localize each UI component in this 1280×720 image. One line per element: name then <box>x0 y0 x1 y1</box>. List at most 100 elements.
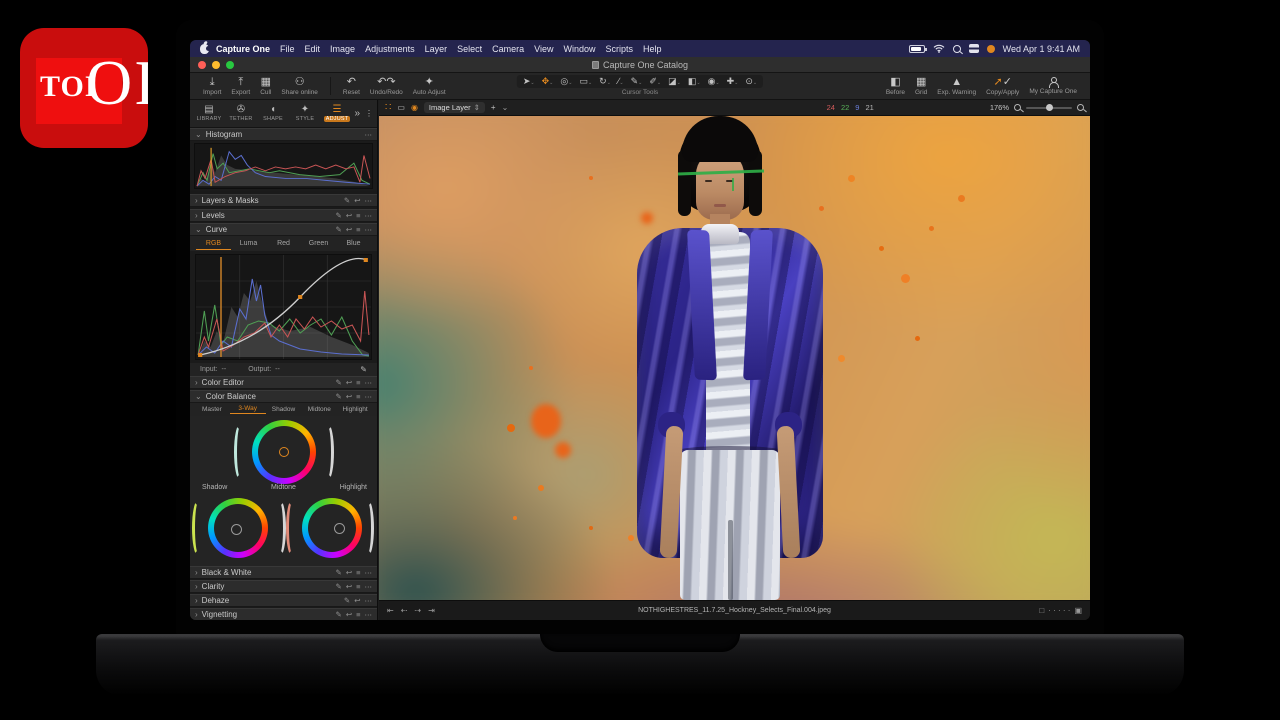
layer-menu-caret-icon[interactable]: ⌄ <box>502 103 509 112</box>
menu-adjustments[interactable]: Adjustments <box>365 44 415 54</box>
control-center-icon[interactable] <box>969 44 979 53</box>
menu-file[interactable]: File <box>280 44 295 54</box>
cb-tab-midtone[interactable]: Midtone <box>301 406 337 413</box>
select-tool[interactable]: ➤⌄ <box>521 76 537 87</box>
collapse-icon[interactable]: ⌄ <box>195 130 202 139</box>
zoom-slider[interactable] <box>1026 107 1072 109</box>
focus-mask-icon[interactable]: ◉ <box>411 103 418 112</box>
tab-shape[interactable]: ◖ SHAPE <box>258 105 288 122</box>
tab-tether[interactable]: ✇ TETHER <box>226 105 256 122</box>
curve-tab-green[interactable]: Green <box>301 238 336 249</box>
menu-window[interactable]: Window <box>564 44 596 54</box>
expand-icon[interactable]: › <box>195 378 198 387</box>
black-white-panel-header[interactable]: › Black & White ✎ ↩ ≡ ⋯ <box>190 566 377 579</box>
first-image-icon[interactable]: ⇤ <box>387 606 394 615</box>
more-icon[interactable]: ⋯ <box>365 392 373 401</box>
more-icon[interactable]: ⋯ <box>365 568 373 577</box>
layer-selector[interactable]: Image Layer ⇕ <box>424 102 485 113</box>
erase-mask-tool[interactable]: ◪⌄ <box>666 76 683 87</box>
histogram-panel-header[interactable]: ⌄ Histogram ⋯ <box>190 128 377 141</box>
more-icon[interactable]: ⋯ <box>365 196 373 205</box>
straighten-tool[interactable]: ∕⌄ <box>616 76 626 87</box>
reset-panel-icon[interactable]: ↩ <box>346 568 352 577</box>
heal-tool[interactable]: ✚⌄ <box>725 76 741 87</box>
more-icon[interactable]: ⋯ <box>365 211 373 220</box>
menu-view[interactable]: View <box>534 44 553 54</box>
layers-masks-panel-header[interactable]: › Layers & Masks ✎ ↩ ⋯ <box>190 194 377 207</box>
reset-panel-icon[interactable]: ↩ <box>346 582 352 591</box>
cb-tab-highlight[interactable]: Highlight <box>337 406 373 413</box>
viewer-mode-icon[interactable]: □ <box>1039 606 1044 615</box>
edit-icon[interactable]: ✎ <box>336 378 342 387</box>
expand-icon[interactable]: › <box>195 211 198 220</box>
my-capture-one-button[interactable]: My Capture One <box>1029 77 1077 95</box>
magic-brush-tool[interactable]: ✐⌄ <box>647 76 663 87</box>
edit-icon[interactable]: ✎ <box>336 582 342 591</box>
menu-image[interactable]: Image <box>330 44 355 54</box>
tab-library[interactable]: ▤ LIBRARY <box>194 105 224 122</box>
color-editor-panel-header[interactable]: › Color Editor ✎ ↩ ≡ ⋯ <box>190 376 377 389</box>
more-icon[interactable]: ⋯ <box>365 225 373 234</box>
menu-help[interactable]: Help <box>643 44 662 54</box>
shadow-saturation-slider[interactable] <box>192 500 204 556</box>
menu-layer[interactable]: Layer <box>425 44 448 54</box>
edit-icon[interactable]: ✎ <box>336 211 342 220</box>
undo-redo-button[interactable]: ↶↷ Undo/Redo <box>370 77 403 96</box>
more-icon[interactable]: ⋯ <box>365 582 373 591</box>
midtone-color-wheel[interactable] <box>252 420 316 484</box>
edit-icon[interactable]: ✎ <box>336 610 342 619</box>
reset-panel-icon[interactable]: ↩ <box>346 392 352 401</box>
presets-icon[interactable]: ≡ <box>356 225 360 234</box>
menu-edit[interactable]: Edit <box>305 44 321 54</box>
curve-picker-icon[interactable]: ✎ <box>360 365 367 374</box>
add-layer-button[interactable]: + <box>491 103 496 112</box>
highlight-lightness-slider[interactable] <box>362 500 374 556</box>
apple-icon[interactable] <box>200 44 209 54</box>
zoom-in-icon[interactable] <box>1077 104 1084 111</box>
menu-select[interactable]: Select <box>457 44 482 54</box>
expand-icon[interactable]: › <box>195 196 198 205</box>
reset-panel-icon[interactable]: ↩ <box>346 225 352 234</box>
menu-camera[interactable]: Camera <box>492 44 524 54</box>
next-image-icon[interactable]: ⇢ <box>414 606 421 615</box>
more-tools-chevron-icon[interactable]: » <box>354 108 360 119</box>
tab-adjust[interactable]: ☰ ADJUST <box>322 105 352 122</box>
presets-icon[interactable]: ≡ <box>356 568 360 577</box>
cb-tab-master[interactable]: Master <box>194 406 230 413</box>
highlight-saturation-slider[interactable] <box>286 500 298 556</box>
thumbnail-grid-icon[interactable]: ∷ <box>385 102 391 113</box>
exposure-warning-button[interactable]: ▲ Exp. Warning <box>937 77 976 96</box>
sidebar-overflow-icon[interactable]: ⋮ <box>365 109 373 118</box>
curve-tab-luma[interactable]: Luma <box>231 238 266 249</box>
reset-button[interactable]: ↶ Reset <box>343 77 360 96</box>
more-icon[interactable]: ⋯ <box>365 610 373 619</box>
import-button[interactable]: ⤓ Import <box>203 77 221 96</box>
export-button[interactable]: ⤒ Export <box>231 77 250 96</box>
zoom-out-icon[interactable] <box>1014 104 1021 111</box>
more-icon[interactable]: ⋯ <box>365 596 373 605</box>
pan-tool[interactable]: ✥⌄ <box>540 76 556 87</box>
last-image-icon[interactable]: ⇥ <box>428 606 435 615</box>
menu-app-name[interactable]: Capture One <box>216 44 270 54</box>
capture-one-menubar-icon[interactable] <box>987 45 995 53</box>
draw-mask-tool[interactable]: ✎⌄ <box>629 76 645 87</box>
vignetting-panel-header[interactable]: › Vignetting ✎ ↩ ≡ ⋯ <box>190 608 377 620</box>
cb-tab-shadow[interactable]: Shadow <box>266 406 302 413</box>
edit-icon[interactable]: ✎ <box>336 392 342 401</box>
battery-icon[interactable] <box>909 45 925 53</box>
presets-icon[interactable]: ≡ <box>356 392 360 401</box>
spotlight-search-icon[interactable] <box>953 45 961 53</box>
presets-icon[interactable]: ≡ <box>356 378 360 387</box>
crop-tool[interactable]: ▭⌄ <box>577 76 594 87</box>
radial-mask-tool[interactable]: ◉⌄ <box>706 76 722 87</box>
before-after-button[interactable]: ◧ Before <box>886 77 905 96</box>
rotate-tool[interactable]: ↻⌄ <box>597 76 613 87</box>
reset-panel-icon[interactable]: ↩ <box>354 596 360 605</box>
more-icon[interactable]: ⋯ <box>365 378 373 387</box>
curve-tab-rgb[interactable]: RGB <box>196 238 231 250</box>
cb-tab-3way[interactable]: 3-Way <box>230 405 266 414</box>
auto-adjust-button[interactable]: ✦ Auto Adjust <box>413 77 446 96</box>
zoom-level[interactable]: 176% <box>990 103 1009 112</box>
reset-panel-icon[interactable]: ↩ <box>354 196 360 205</box>
loupe-tool[interactable]: ◎⌄ <box>558 76 574 87</box>
